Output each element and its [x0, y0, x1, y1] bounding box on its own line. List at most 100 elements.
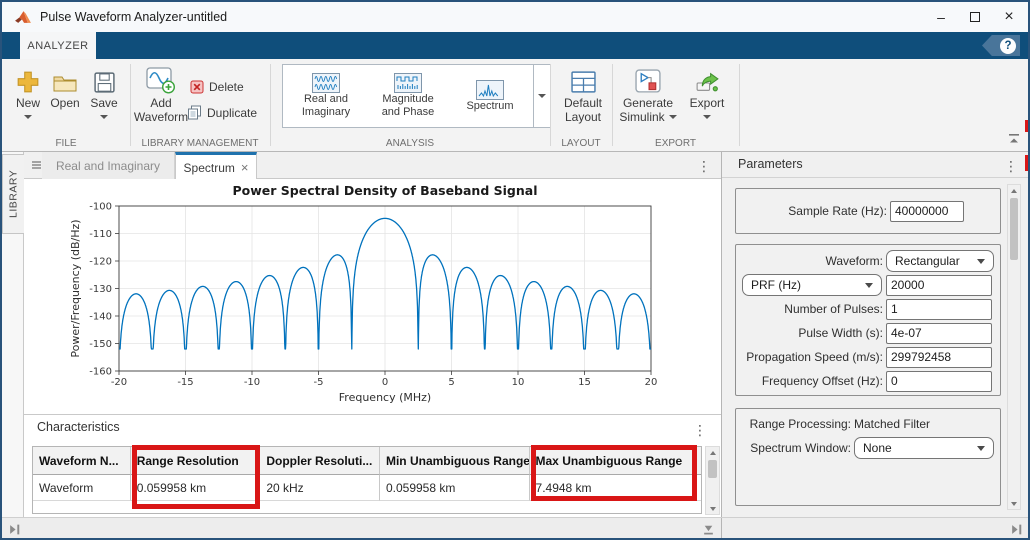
sample-rate-field[interactable] — [890, 201, 964, 222]
close-button[interactable]: × — [992, 2, 1026, 32]
add-waveform-button[interactable]: Add Waveform — [134, 64, 188, 125]
real-imaginary-icon — [312, 73, 340, 93]
layout-section-label: LAYOUT — [550, 138, 612, 149]
scrollbar-thumb[interactable] — [708, 460, 717, 478]
open-button[interactable]: Open — [46, 64, 84, 111]
characteristics-title: Characteristics — [37, 420, 120, 434]
matlab-logo-icon — [14, 9, 32, 25]
gallery-item-real-imaginary[interactable]: Real and Imaginary — [287, 73, 365, 118]
export-button[interactable]: Export — [684, 64, 730, 119]
prf-field[interactable] — [886, 275, 992, 296]
gallery-item-magnitude-phase[interactable]: Magnitude and Phase — [369, 73, 447, 118]
spectrum-window-select[interactable]: None — [854, 437, 994, 459]
export-label: Export — [690, 97, 725, 111]
tab-close-icon[interactable]: × — [241, 160, 249, 175]
characteristics-table: Waveform N... Range Resolution Doppler R… — [32, 446, 702, 514]
svg-text:0: 0 — [382, 377, 388, 388]
number-of-pulses-label: Number of Pulses: — [742, 302, 886, 316]
question-icon: ? — [1000, 38, 1016, 54]
maximize-button[interactable] — [958, 2, 992, 32]
gallery-dropdown-button[interactable] — [534, 64, 551, 128]
scroll-down-icon[interactable] — [706, 503, 719, 514]
sample-rate-label: Sample Rate (Hz): — [742, 204, 890, 218]
range-processing-value: Matched Filter — [854, 417, 930, 431]
dock-left-icon[interactable] — [8, 523, 21, 536]
characteristics-menu-button[interactable]: ⋮ — [693, 423, 707, 437]
propagation-speed-field[interactable] — [886, 347, 992, 368]
grip-icon[interactable] — [32, 161, 41, 163]
waveform-select-value: Rectangular — [895, 254, 977, 268]
waveform-group: Waveform: Rectangular PRF (Hz) Number of… — [735, 244, 1001, 396]
chevron-down-icon — [538, 94, 546, 98]
header-cell-waveform-name: Waveform N... — [33, 447, 131, 475]
svg-text:15: 15 — [578, 377, 591, 388]
svg-text:-5: -5 — [314, 377, 324, 388]
header-cell-max-unambiguous-range: Max Unambiguous Range — [530, 447, 701, 475]
frequency-offset-field[interactable] — [886, 371, 992, 392]
propagation-speed-label: Propagation Speed (m/s): — [742, 350, 886, 364]
prf-select[interactable]: PRF (Hz) — [742, 274, 882, 296]
cell-max-unambiguous-range: 7.4948 km — [530, 475, 701, 501]
delete-button[interactable]: Delete — [190, 80, 244, 94]
svg-text:-120: -120 — [89, 257, 112, 268]
svg-text:-110: -110 — [89, 229, 112, 240]
minimize-button[interactable]: – — [924, 2, 958, 32]
help-button[interactable]: ? — [982, 35, 1020, 56]
svg-text:-130: -130 — [89, 284, 112, 295]
ribbon-collapse-button[interactable] — [1008, 131, 1020, 149]
titlebar: Pulse Waveform Analyzer-untitled – × — [2, 2, 1028, 32]
scroll-up-icon[interactable] — [1008, 185, 1020, 196]
parameters-scrollbar[interactable] — [1007, 184, 1021, 510]
svg-text:10: 10 — [512, 377, 525, 388]
sidebar-tab-library[interactable]: LIBRARY — [2, 154, 24, 234]
number-of-pulses-field[interactable] — [886, 299, 992, 320]
minimize-panel-icon[interactable] — [702, 523, 715, 536]
characteristics-panel: Characteristics ⋮ Waveform N... Range Re… — [24, 414, 721, 517]
generate-simulink-button[interactable]: Generate Simulink — [616, 64, 680, 125]
tab-strip-menu-button[interactable]: ⋮ — [697, 159, 711, 173]
export-arrow-icon — [694, 64, 721, 94]
tab-analyzer[interactable]: ANALYZER — [20, 32, 96, 59]
scroll-down-icon[interactable] — [1008, 498, 1020, 509]
parameters-menu-button[interactable]: ⋮ — [1004, 159, 1018, 173]
layout-grid-icon — [571, 64, 596, 94]
table-row[interactable]: Waveform 0.059958 km 20 kHz 0.059958 km … — [33, 475, 701, 501]
tab-spectrum[interactable]: Spectrum × — [175, 152, 257, 180]
library-rail: LIBRARY — [2, 152, 24, 517]
duplicate-button[interactable]: Duplicate — [187, 105, 257, 120]
chevron-down-icon — [24, 115, 32, 119]
spectrum-icon — [476, 80, 504, 100]
gallery-item-spectrum[interactable]: Spectrum — [451, 80, 529, 113]
save-floppy-icon — [93, 64, 116, 94]
section-divider — [270, 64, 271, 146]
add-waveform-icon — [146, 64, 176, 94]
scrollbar-thumb[interactable] — [1010, 198, 1018, 260]
pulse-width-field[interactable] — [886, 323, 992, 344]
tab-label: Real and Imaginary — [56, 159, 160, 173]
svg-text:-15: -15 — [177, 377, 193, 388]
simulink-icon — [635, 64, 662, 94]
default-layout-button[interactable]: Default Layout — [556, 64, 610, 125]
add-waveform-label: Add Waveform — [134, 97, 188, 125]
section-divider — [612, 64, 613, 146]
chevron-down-icon — [703, 115, 711, 119]
new-button[interactable]: New — [10, 64, 46, 119]
scroll-up-icon[interactable] — [706, 447, 719, 458]
table-empty-area — [33, 501, 701, 513]
svg-text:Frequency (MHz): Frequency (MHz) — [339, 391, 431, 404]
export-section-label: EXPORT — [612, 138, 739, 149]
save-button[interactable]: Save — [86, 64, 122, 119]
dock-right-icon[interactable] — [1010, 523, 1023, 536]
header-cell-doppler-resolution: Doppler Resoluti... — [260, 447, 380, 475]
spectrum-window-label: Spectrum Window: — [742, 441, 854, 455]
psd-chart[interactable]: -20-15-10-505101520-160-150-140-130-120-… — [24, 179, 721, 414]
minimize-icon: – — [937, 9, 945, 25]
table-scrollbar[interactable] — [705, 446, 720, 515]
svg-text:-150: -150 — [89, 339, 112, 350]
document-tab-strip: Real and Imaginary Spectrum × ⋮ — [24, 152, 721, 179]
library-management-section-label: LIBRARY MANAGEMENT — [130, 138, 270, 149]
waveform-select[interactable]: Rectangular — [886, 250, 994, 272]
toolstrip: New Open Save FILE Add Waveform — [2, 59, 1028, 152]
document-area: Real and Imaginary Spectrum × ⋮ -20-15-1… — [24, 152, 721, 517]
tab-real-and-imaginary[interactable]: Real and Imaginary — [42, 152, 175, 179]
